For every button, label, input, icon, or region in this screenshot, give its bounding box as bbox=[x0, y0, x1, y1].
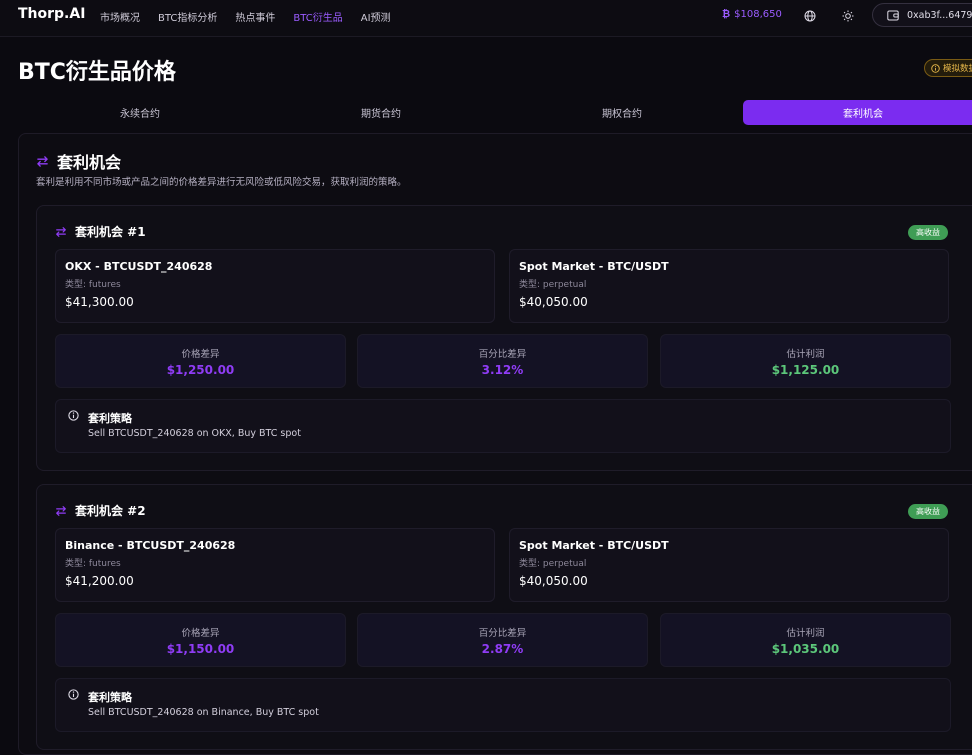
section-title: 套利机会 bbox=[57, 153, 122, 172]
strategy-text: Sell BTCUSDT_240628 on Binance, Buy BTC … bbox=[88, 707, 319, 718]
section-description: 套利是利用不同市场或产品之间的价格差异进行无风险或低风险交易，获取利润的策略。 bbox=[36, 177, 407, 188]
info-circle-icon bbox=[68, 689, 79, 700]
strategy-title: 套利策略 bbox=[88, 691, 132, 704]
info-circle-icon bbox=[931, 63, 940, 73]
price-difference-stat: 价格差异 $1,150.00 bbox=[55, 613, 346, 667]
brand-logo[interactable]: Thorp.AI bbox=[18, 6, 85, 22]
market-a-name: OKX - BTCUSDT_240628 bbox=[65, 260, 213, 273]
market-a-card: Binance - BTCUSDT_240628 类型: futures $41… bbox=[55, 528, 495, 602]
market-b-card: Spot Market - BTC/USDT 类型: perpetual $40… bbox=[509, 528, 949, 602]
stat-value: $1,035.00 bbox=[771, 641, 840, 656]
tab-futures[interactable]: 期货合约 bbox=[261, 100, 501, 125]
strategy-title: 套利策略 bbox=[88, 412, 132, 425]
section-header: 套利机会 bbox=[36, 149, 121, 173]
sun-icon bbox=[842, 10, 854, 22]
market-b-type: 类型: perpetual bbox=[519, 559, 587, 569]
stat-label: 价格差异 bbox=[181, 348, 220, 360]
opportunity-title: 套利机会 #1 bbox=[55, 223, 146, 240]
nav-item-hot-events[interactable]: 热点事件 bbox=[235, 9, 275, 24]
stat-value: $1,150.00 bbox=[166, 641, 235, 656]
market-a-type: 类型: futures bbox=[65, 559, 121, 569]
market-a-price: $41,200.00 bbox=[65, 574, 134, 588]
nav-item-btc-indicators[interactable]: BTC指标分析 bbox=[158, 9, 217, 24]
opportunity-title-text: 套利机会 #2 bbox=[75, 504, 146, 518]
market-b-price: $40,050.00 bbox=[519, 295, 588, 309]
market-a-name: Binance - BTCUSDT_240628 bbox=[65, 539, 236, 552]
tab-arbitrage[interactable]: 套利机会 bbox=[743, 100, 972, 125]
stat-value: $1,125.00 bbox=[771, 362, 840, 377]
stat-value: $1,250.00 bbox=[166, 362, 235, 377]
nav-item-btc-derivatives[interactable]: BTC衍生品 bbox=[293, 9, 342, 24]
market-a-price: $41,300.00 bbox=[65, 295, 134, 309]
percent-difference-stat: 百分比差异 2.87% bbox=[357, 613, 648, 667]
wallet-address: 0xab3f...6479 bbox=[907, 9, 972, 21]
wallet-icon bbox=[887, 10, 899, 20]
tab-options[interactable]: 期权合约 bbox=[502, 100, 742, 125]
strategy-box: 套利策略 Sell BTCUSDT_240628 on OKX, Buy BTC… bbox=[55, 399, 951, 453]
wallet-button[interactable]: 0xab3f...6479 bbox=[872, 3, 972, 27]
percent-difference-stat: 百分比差异 3.12% bbox=[357, 334, 648, 388]
stat-label: 价格差异 bbox=[181, 627, 220, 639]
simulated-data-label: 模拟数据 bbox=[943, 64, 972, 74]
stat-value: 2.87% bbox=[481, 641, 524, 656]
estimated-profit-stat: 估计利润 $1,125.00 bbox=[660, 334, 951, 388]
top-navigation-bar: Thorp.AI 市场概况 BTC指标分析 热点事件 BTC衍生品 AI预测 ₿… bbox=[0, 0, 972, 37]
stat-label: 百分比差异 bbox=[478, 348, 527, 360]
theme-toggle-button[interactable] bbox=[840, 8, 856, 24]
opportunity-title-text: 套利机会 #1 bbox=[75, 225, 146, 239]
btc-price-ticker: ₿ $108,650 bbox=[722, 9, 782, 20]
bitcoin-icon: ₿ bbox=[722, 9, 731, 20]
market-b-card: Spot Market - BTC/USDT 类型: perpetual $40… bbox=[509, 249, 949, 323]
high-yield-badge: 高收益 bbox=[908, 504, 948, 519]
stat-value: 3.12% bbox=[481, 362, 524, 377]
strategy-text: Sell BTCUSDT_240628 on OKX, Buy BTC spot bbox=[88, 428, 301, 439]
opportunity-card: 套利机会 #2 高收益 Binance - BTCUSDT_240628 类型:… bbox=[36, 484, 972, 750]
stat-label: 估计利润 bbox=[786, 627, 825, 639]
estimated-profit-stat: 估计利润 $1,035.00 bbox=[660, 613, 951, 667]
swap-arrows-icon bbox=[56, 505, 66, 516]
swap-arrows-icon bbox=[56, 226, 66, 237]
opportunity-card: 套利机会 #1 高收益 OKX - BTCUSDT_240628 类型: fut… bbox=[36, 205, 972, 471]
btc-price-value: $108,650 bbox=[734, 9, 782, 20]
market-b-name: Spot Market - BTC/USDT bbox=[519, 539, 669, 552]
page-title: BTC衍生品价格 bbox=[18, 60, 176, 85]
language-button[interactable] bbox=[802, 8, 818, 24]
market-b-type: 类型: perpetual bbox=[519, 280, 587, 290]
price-difference-stat: 价格差异 $1,250.00 bbox=[55, 334, 346, 388]
opportunity-title: 套利机会 #2 bbox=[55, 502, 146, 519]
globe-icon bbox=[804, 10, 816, 22]
stat-label: 估计利润 bbox=[786, 348, 825, 360]
market-b-name: Spot Market - BTC/USDT bbox=[519, 260, 669, 273]
tab-perpetual[interactable]: 永续合约 bbox=[20, 100, 260, 125]
derivatives-tabs: 永续合约 期货合约 期权合约 套利机会 bbox=[20, 100, 972, 125]
simulated-data-badge: 模拟数据 bbox=[924, 59, 972, 77]
market-a-type: 类型: futures bbox=[65, 280, 121, 290]
stat-label: 百分比差异 bbox=[478, 627, 527, 639]
swap-arrows-icon bbox=[37, 155, 48, 167]
market-a-card: OKX - BTCUSDT_240628 类型: futures $41,300… bbox=[55, 249, 495, 323]
high-yield-badge: 高收益 bbox=[908, 225, 948, 240]
info-circle-icon bbox=[68, 410, 79, 421]
nav-item-market-overview[interactable]: 市场概况 bbox=[100, 9, 140, 24]
nav-item-ai-prediction[interactable]: AI预测 bbox=[361, 9, 391, 24]
strategy-box: 套利策略 Sell BTCUSDT_240628 on Binance, Buy… bbox=[55, 678, 951, 732]
main-nav: 市场概况 BTC指标分析 热点事件 BTC衍生品 AI预测 bbox=[100, 9, 391, 24]
market-b-price: $40,050.00 bbox=[519, 574, 588, 588]
